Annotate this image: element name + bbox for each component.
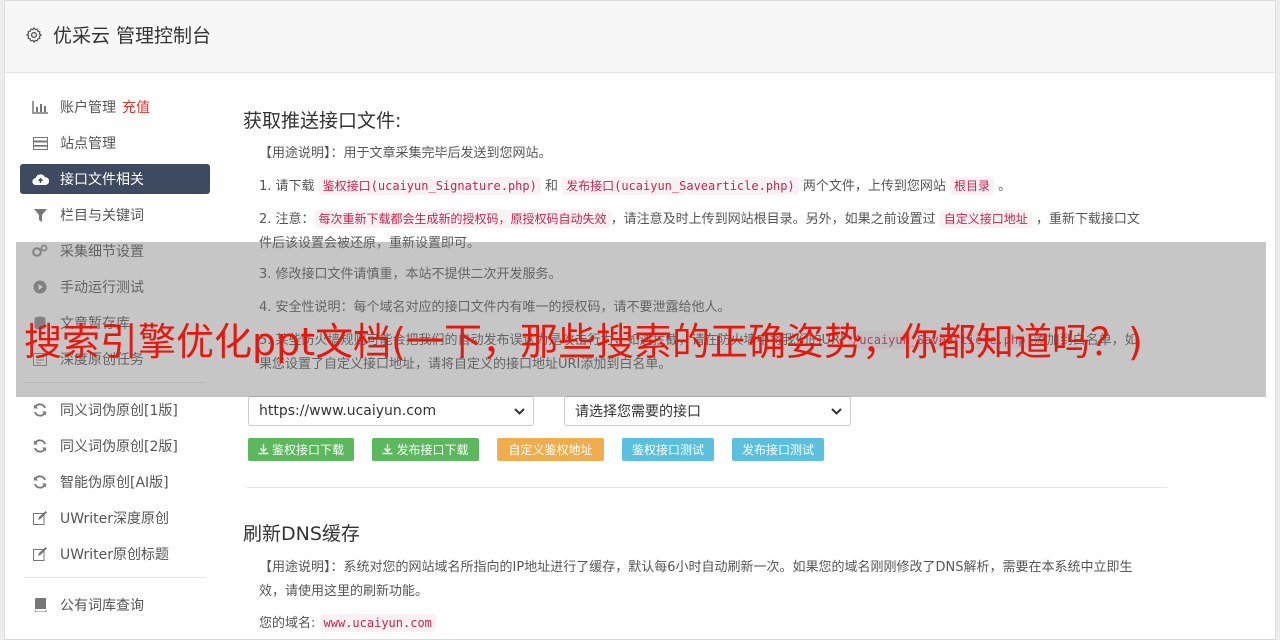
custom-auth-url-button[interactable]: 自定义鉴权地址 — [497, 438, 604, 461]
sidebar-item-public-lexicon[interactable]: 公有词库查询 — [20, 590, 210, 620]
domain-value: www.ucaiyun.com — [319, 614, 436, 632]
download-publish-button[interactable]: 发布接口下载 — [372, 438, 479, 461]
section-title-api-files: 获取推送接口文件: — [243, 110, 402, 132]
edit-icon — [31, 547, 49, 561]
text: ，请注意及时上传到网站根目录。另外，如果之前设置过 — [610, 212, 940, 227]
text: 和 — [540, 179, 563, 194]
usage-label: 【用途说明】 — [259, 560, 331, 575]
brand[interactable]: 优采云 管理控制台 — [25, 21, 211, 48]
code-custom-url: 自定义接口地址 — [939, 210, 1032, 228]
refresh-icon — [31, 439, 49, 453]
chevron-down-icon — [514, 408, 525, 415]
recharge-link[interactable]: 充值 — [122, 97, 150, 117]
sidebar-item-account[interactable]: 账户管理 充值 — [20, 92, 210, 122]
sidebar-item-label: 智能伪原创[AI版] — [60, 475, 169, 491]
site-select-value: https://www.ucaiyun.com — [259, 403, 437, 419]
filter-icon — [31, 208, 49, 222]
code-warning: 每次重新下载都会生成新的授权码，原授权码自动失效 — [314, 210, 611, 228]
sidebar-item-label: 站点管理 — [60, 136, 116, 152]
header: 优采云 管理控制台 — [5, 1, 1275, 73]
sidebar-item-label: 同义词伪原创[1版] — [60, 403, 178, 419]
button-label: 自定义鉴权地址 — [508, 443, 593, 457]
gear-icon — [25, 26, 43, 43]
book-icon — [31, 598, 49, 612]
domain-row: 您的域名: www.ucaiyun.com — [259, 611, 1149, 636]
sidebar-item-label: 同义词伪原创[2版] — [60, 439, 178, 455]
server-icon — [31, 136, 49, 150]
sidebar-item-label: 栏目与关键词 — [60, 208, 144, 224]
sidebar-item-ai-rewrite[interactable]: 智能伪原创[AI版] — [20, 467, 210, 497]
download-auth-button[interactable]: 鉴权接口下载 — [248, 438, 354, 461]
sidebar-item-label: 账户管理 — [60, 100, 116, 116]
sidebar-divider — [24, 577, 206, 578]
text: 两个文件，上传到您网站 — [798, 179, 950, 194]
download-icon — [258, 444, 269, 455]
overlay-title: 搜索引擎优化ppt文档(一下，那些搜索的正确姿势，你都知道吗？) — [24, 320, 1143, 364]
sidebar-item-label: 接口文件相关 — [60, 172, 144, 188]
button-label: 发布接口下载 — [396, 443, 469, 457]
text: 2. 注意： — [259, 212, 315, 227]
refresh-icon — [31, 403, 49, 417]
api-select-value: 请选择您需要的接口 — [575, 404, 701, 420]
sidebar-item-synonym-v1[interactable]: 同义词伪原创[1版] — [20, 395, 210, 425]
button-label: 发布接口测试 — [741, 443, 814, 457]
button-label: 鉴权接口下载 — [271, 443, 344, 457]
site-select[interactable]: https://www.ucaiyun.com — [248, 396, 534, 426]
bar-chart-icon — [31, 100, 49, 114]
usage-label: 【用途说明】 — [259, 146, 331, 161]
text: 1. 请下载 — [259, 179, 319, 194]
sidebar-item-label: 公有词库查询 — [60, 598, 144, 614]
sidebar-item-columns-keywords[interactable]: 栏目与关键词 — [20, 200, 210, 230]
text: 。 — [994, 179, 1012, 194]
instruction-1: 1. 请下载 鉴权接口(ucaiyun_Signature.php) 和 发布接… — [259, 174, 1149, 199]
code-root-dir: 根目录 — [950, 177, 995, 195]
sidebar-item-uwriter-title[interactable]: UWriter原创标题 — [20, 539, 210, 569]
cloud-upload-icon — [31, 172, 49, 186]
usage-paragraph: 【用途说明】：用于文章采集完毕后发送到您网站。 — [259, 142, 1149, 166]
code-publish-file: 发布接口(ucaiyun_Savearticle.php) — [562, 177, 799, 195]
section-title-dns: 刷新DNS缓存 — [243, 523, 360, 545]
usage-text: ：用于文章采集完毕后发送到您网站。 — [330, 146, 552, 161]
app-title: 优采云 管理控制台 — [53, 25, 212, 47]
sidebar-item-synonym-v2[interactable]: 同义词伪原创[2版] — [20, 431, 210, 461]
test-auth-button[interactable]: 鉴权接口测试 — [622, 438, 714, 461]
api-select[interactable]: 请选择您需要的接口 — [564, 396, 851, 426]
edit-icon — [31, 511, 49, 525]
sidebar-item-label: UWriter原创标题 — [60, 547, 169, 563]
sidebar-item-api-files[interactable]: 接口文件相关 — [20, 164, 210, 194]
refresh-icon — [31, 475, 49, 489]
dns-usage-paragraph: 【用途说明】：系统对您的网站域名所指向的IP地址进行了缓存，默认每6小时自动刷新… — [259, 556, 1139, 604]
test-publish-button[interactable]: 发布接口测试 — [732, 438, 824, 461]
download-icon — [382, 444, 393, 455]
chevron-down-icon — [831, 408, 842, 415]
button-label: 鉴权接口测试 — [631, 443, 704, 457]
sidebar-item-uwriter-deep[interactable]: UWriter深度原创 — [20, 503, 210, 533]
section-divider — [247, 487, 1167, 488]
sidebar-item-label: UWriter深度原创 — [60, 511, 169, 527]
sidebar-item-sites[interactable]: 站点管理 — [20, 128, 210, 158]
usage-text: ：系统对您的网站域名所指向的IP地址进行了缓存，默认每6小时自动刷新一次。如果您… — [259, 560, 1133, 599]
code-auth-file: 鉴权接口(ucaiyun_Signature.php) — [318, 177, 541, 195]
domain-label: 您的域名: — [259, 616, 316, 631]
